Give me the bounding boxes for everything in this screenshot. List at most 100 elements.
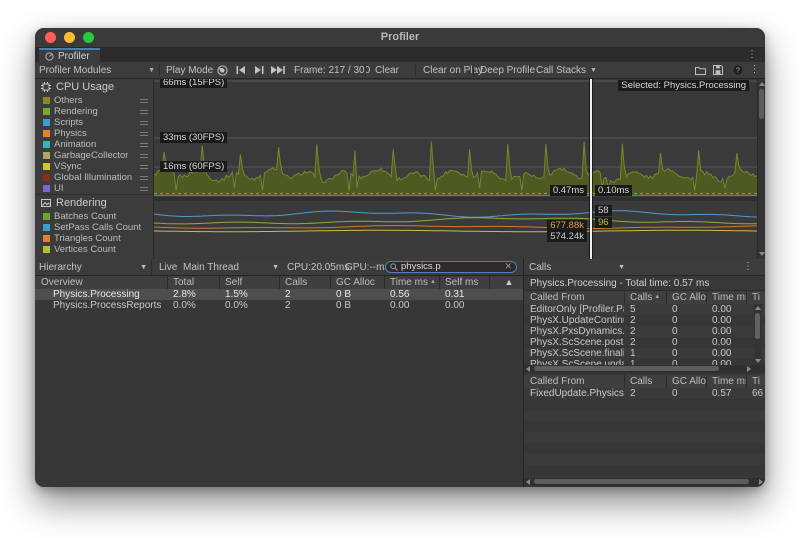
cpu-legend-item[interactable]: Physics (35, 128, 153, 139)
scrollbar-thumb[interactable] (534, 479, 749, 484)
live-toggle[interactable]: Live (159, 259, 177, 275)
column-overview[interactable]: Overview (35, 276, 167, 289)
cpu-legend-item[interactable]: Global Illumination (35, 172, 153, 183)
table-row[interactable]: Physics.Processing 2.8% 1.5% 2 0 B 0.56 … (35, 289, 523, 300)
drag-handle-icon[interactable] (140, 165, 148, 169)
rendering-legend-item[interactable]: SetPass Calls Count (35, 222, 153, 233)
drag-handle-icon[interactable] (140, 154, 148, 158)
table-row[interactable]: Physics.ProcessReports 0.0% 0.0% 2 0 B 0… (35, 300, 523, 311)
prev-frame-button[interactable] (233, 62, 248, 78)
chart-canvas[interactable]: 66ms (15FPS) 33ms (30FPS) 16ms (60FPS) S… (154, 79, 757, 259)
next-frame-button[interactable] (251, 62, 266, 78)
cpu-usage-header[interactable]: CPU Usage (35, 79, 153, 95)
column-self[interactable]: Self (219, 276, 279, 289)
cpu-usage-module[interactable]: CPU Usage Others Rendering (35, 79, 153, 194)
clear-search-icon[interactable]: ✕ (504, 262, 512, 271)
legend-swatch (43, 152, 50, 159)
drag-handle-icon[interactable] (140, 121, 148, 125)
column-called-from[interactable]: Called From (524, 375, 624, 388)
scrollbar-thumb[interactable] (759, 89, 764, 119)
cpu-legend-item[interactable]: Scripts (35, 117, 153, 128)
column-calls[interactable]: Calls (624, 375, 666, 388)
clear-button[interactable]: Clear (371, 62, 403, 78)
scroll-right-icon[interactable] (759, 479, 763, 485)
search-box[interactable]: ✕ (385, 261, 517, 273)
column-gc-alloc[interactable]: GC Alloc (330, 276, 384, 289)
rendering-stats-chart[interactable] (154, 201, 757, 259)
details-menu-button[interactable]: ⋮ (743, 262, 753, 272)
window-titlebar[interactable]: Profiler (35, 28, 765, 48)
called-from-hscrollbar[interactable] (524, 365, 765, 373)
column-self-ms[interactable]: Self ms (439, 276, 489, 289)
load-profile-button[interactable] (693, 62, 708, 78)
scroll-down-icon[interactable] (759, 252, 765, 256)
details-view-dropdown[interactable]: Calls ▼ (529, 259, 625, 275)
drag-handle-icon[interactable] (140, 176, 148, 180)
column-calls[interactable]: Calls (279, 276, 330, 289)
svg-text:?: ? (736, 67, 740, 74)
scroll-down-icon[interactable] (755, 359, 761, 363)
search-icon (390, 263, 398, 271)
column-time-pct[interactable]: Ti (746, 291, 765, 304)
cpu-legend-item[interactable]: Others (35, 95, 153, 106)
column-time-ms[interactable]: Time ms▲ (384, 276, 439, 289)
drag-handle-icon[interactable] (140, 187, 148, 191)
table-row[interactable]: PhysX.PxsDynamics.creat 2 0 0.00 (524, 326, 765, 337)
hierarchy-table-header: Overview Total Self Calls GC Alloc Time … (35, 276, 523, 290)
tab-profiler[interactable]: Profiler (39, 48, 100, 62)
table-row[interactable]: PhysX.ScScene.postSolve 2 0 0.00 (524, 337, 765, 348)
cpu-legend-item[interactable]: GarbageCollector (35, 150, 153, 161)
drag-handle-icon[interactable] (140, 110, 148, 114)
table-row[interactable]: PhysX.UpdateContinuatio 2 0 0.00 (524, 315, 765, 326)
cpu-legend-item[interactable]: Animation (35, 139, 153, 150)
view-mode-dropdown[interactable]: Hierarchy ▼ (39, 259, 152, 275)
column-called-from[interactable]: Called From (524, 291, 624, 304)
thread-dropdown[interactable]: Main Thread ▼ (183, 259, 279, 275)
rendering-header[interactable]: Rendering (35, 195, 153, 211)
table-row[interactable]: PhysX.ScScene.finalizatic 1 0 0.00 (524, 348, 765, 359)
playhead[interactable] (590, 79, 592, 259)
column-time-ms[interactable]: Time ms (706, 291, 746, 304)
cpu-usage-chart[interactable] (154, 79, 757, 197)
cpu-legend-item[interactable]: VSync (35, 161, 153, 172)
cpu-legend-item[interactable]: UI (35, 183, 153, 194)
cpu-legend-item[interactable]: Rendering (35, 106, 153, 117)
table-row[interactable]: FixedUpdate.PhysicsFixec 2 0 0.57 66 (524, 388, 765, 399)
column-gc-alloc[interactable]: GC Alloc (666, 291, 706, 304)
table-row[interactable]: EditorOnly [Profiler.ParseT 5 0 0.00 (524, 304, 765, 315)
rendering-module[interactable]: Rendering Batches Count SetPass Calls Co… (35, 194, 153, 255)
drag-handle-icon[interactable] (140, 132, 148, 136)
column-time-pct[interactable]: Ti (746, 375, 765, 388)
profiler-modules-dropdown[interactable]: Profiler Modules ▼ (39, 62, 157, 78)
column-calls[interactable]: Calls▲ (624, 291, 666, 304)
call-stacks-dropdown[interactable]: Call Stacks ▼ (532, 62, 601, 78)
scroll-right-icon[interactable] (747, 366, 751, 372)
scrollbar-thumb[interactable] (755, 313, 760, 339)
scroll-up-icon[interactable] (755, 306, 761, 310)
calls-to-hscrollbar[interactable] (524, 478, 765, 486)
tabbar-menu-button[interactable]: ⋮ (747, 50, 757, 60)
sort-order-button[interactable]: ▲ (489, 276, 523, 289)
scroll-up-icon[interactable] (759, 82, 765, 86)
drag-handle-icon[interactable] (140, 143, 148, 147)
column-time-ms[interactable]: Time ms▲ (706, 375, 746, 388)
toolbar-menu-button[interactable]: ⋮ (747, 62, 762, 78)
called-from-scrollbar[interactable] (754, 304, 762, 365)
rendering-image-icon (41, 198, 51, 208)
drag-handle-icon[interactable] (140, 99, 148, 103)
scrollbar-thumb[interactable] (534, 366, 719, 371)
charts-scrollbar[interactable] (757, 79, 765, 259)
search-input[interactable] (401, 261, 501, 272)
current-frame-button[interactable] (269, 62, 287, 78)
rendering-legend-item[interactable]: Triangles Count (35, 233, 153, 244)
record-button[interactable] (215, 62, 230, 78)
scroll-left-icon[interactable] (526, 479, 530, 485)
column-gc-alloc[interactable]: GC Alloc (666, 375, 706, 388)
scroll-left-icon[interactable] (526, 366, 530, 372)
rendering-legend-item[interactable]: Vertices Count (35, 244, 153, 255)
column-total[interactable]: Total (167, 276, 219, 289)
help-button[interactable]: ? (730, 62, 745, 78)
save-profile-button[interactable] (710, 62, 725, 78)
legend-swatch (43, 163, 50, 170)
rendering-legend-item[interactable]: Batches Count (35, 211, 153, 222)
